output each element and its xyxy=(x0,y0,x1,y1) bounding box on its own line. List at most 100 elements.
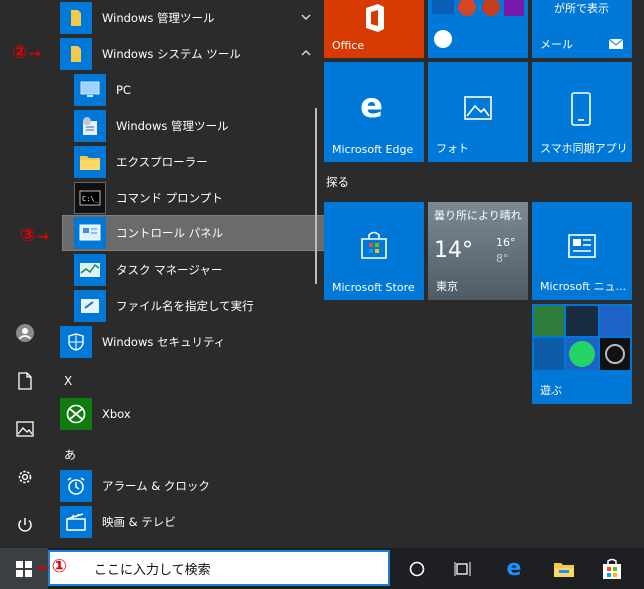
documents-button[interactable] xyxy=(0,358,50,404)
admin-tools-icon xyxy=(74,110,106,142)
weather-low: 8° xyxy=(496,252,509,265)
skype-icon xyxy=(434,30,452,48)
app-label: Windows 管理ツール xyxy=(116,119,229,133)
edge-icon: e xyxy=(506,556,522,581)
tile-edge[interactable]: e Microsoft Edge xyxy=(324,62,424,162)
app-pc[interactable]: PC xyxy=(74,72,354,108)
start-menu: { "annotations": {"one": "①", "two": "②"… xyxy=(0,0,644,589)
tile-your-phone[interactable]: スマホ同期アプリ xyxy=(532,62,632,162)
xbox-icon xyxy=(60,398,92,430)
settings-button[interactable] xyxy=(0,454,50,500)
app-label: コマンド プロンプト xyxy=(116,191,223,205)
app-label: エクスプローラー xyxy=(116,155,208,169)
folder-label: Windows 管理ツール xyxy=(102,11,215,25)
control-panel-icon xyxy=(74,217,106,249)
app-windows-security[interactable]: Windows セキュリティ xyxy=(60,324,315,360)
gear-icon xyxy=(18,470,32,484)
search-box[interactable]: ここに入力して検索 xyxy=(48,550,390,586)
folder-icon xyxy=(60,38,92,70)
weather-high: 16° xyxy=(496,236,516,249)
taskbar-explorer-button[interactable] xyxy=(546,548,582,589)
tile-photos[interactable]: フォト xyxy=(428,62,528,162)
tile-weather[interactable]: 曇り所により晴れ 14° 16° 8° 東京 xyxy=(428,202,528,300)
search-input[interactable]: ここに入力して検索 xyxy=(94,559,211,578)
folder-windows-admin-tools[interactable]: Windows 管理ツール xyxy=(60,0,315,36)
app-label: アラーム & クロック xyxy=(102,479,210,493)
user-account-button[interactable] xyxy=(0,310,50,356)
task-view-icon xyxy=(454,561,471,576)
store-icon xyxy=(603,558,621,579)
app-label: ファイル名を指定して実行 xyxy=(116,299,254,313)
pc-icon xyxy=(74,74,106,106)
tile-news[interactable]: Microsoft ニュ... xyxy=(532,202,632,300)
app-explorer[interactable]: エクスプローラー xyxy=(74,144,354,180)
powerpoint-icon xyxy=(458,0,476,16)
app-task-manager[interactable]: タスク マネージャー xyxy=(74,252,354,288)
shield-game-icon xyxy=(566,306,598,336)
annotation-2: ② → xyxy=(12,42,41,63)
app-label: タスク マネージャー xyxy=(116,263,223,277)
taskbar-store-button[interactable] xyxy=(594,548,630,589)
folder-label: Windows システム ツール xyxy=(102,47,241,61)
file-explorer-icon xyxy=(74,146,106,178)
weather-city: 東京 xyxy=(436,280,458,293)
section-letter-a[interactable]: あ xyxy=(64,446,76,463)
tile-store[interactable]: Microsoft Store xyxy=(324,202,424,300)
command-prompt-icon: C:\_ xyxy=(74,182,106,214)
news-icon xyxy=(568,234,596,258)
app-xbox[interactable]: Xbox xyxy=(60,396,315,432)
chevron-up-icon xyxy=(301,50,311,56)
app-label: Windows セキュリティ xyxy=(102,335,226,349)
folder-windows-system-tools[interactable]: Windows システム ツール xyxy=(60,36,315,72)
game-q-icon xyxy=(534,338,564,370)
shield-icon xyxy=(60,326,92,358)
pictures-button[interactable] xyxy=(0,406,50,452)
svg-text:C:\_: C:\_ xyxy=(82,195,100,203)
start-rail xyxy=(0,0,50,548)
app-label: PC xyxy=(116,83,131,97)
cortana-icon xyxy=(409,561,425,576)
task-view-button[interactable] xyxy=(446,548,480,589)
photos-icon xyxy=(464,96,492,120)
tile-label: Microsoft Store xyxy=(332,281,415,294)
tile-label: Office xyxy=(332,39,365,52)
run-icon xyxy=(74,290,106,322)
edge-icon: e xyxy=(360,86,384,126)
tile-label: 遊ぶ xyxy=(540,384,562,397)
annotation-1: ← ① xyxy=(38,556,67,577)
section-letter-x[interactable]: X xyxy=(64,374,72,388)
app-run[interactable]: ファイル名を指定して実行 xyxy=(74,288,354,324)
document-icon xyxy=(18,372,32,390)
tile-office[interactable]: Office xyxy=(324,0,424,58)
power-button[interactable] xyxy=(0,502,50,548)
app-control-panel[interactable]: コントロール パネル xyxy=(62,215,354,251)
annotation-3: ③ → xyxy=(20,225,49,246)
picture-icon xyxy=(16,421,34,437)
app-list-scrollbar[interactable] xyxy=(315,108,317,284)
mail-icon xyxy=(608,38,624,49)
weather-temp: 14° xyxy=(434,238,473,263)
file-explorer-icon xyxy=(554,562,574,577)
app-movies-tv[interactable]: 映画 & テレビ xyxy=(60,504,315,540)
tile-mail[interactable]: が所で表示 メール xyxy=(532,0,632,58)
circle-app-icon xyxy=(600,338,630,370)
tile-group-explore[interactable]: 探る xyxy=(326,174,349,190)
cortana-button[interactable] xyxy=(400,548,434,589)
tile-office-apps-group[interactable] xyxy=(428,0,528,58)
app-alarm-clock[interactable]: アラーム & クロック xyxy=(60,468,315,504)
game-s-icon xyxy=(600,306,630,336)
powerpoint-alt-icon xyxy=(482,0,500,16)
power-icon xyxy=(18,518,32,532)
windows-logo-icon xyxy=(16,560,32,577)
tile-play[interactable]: 遊ぶ xyxy=(532,304,632,404)
whatsapp-icon xyxy=(566,338,598,370)
app-windows-admin-tools[interactable]: Windows 管理ツール xyxy=(74,108,354,144)
taskbar-edge-button[interactable]: e xyxy=(496,548,532,589)
app-command-prompt[interactable]: C:\_ コマンド プロンプト xyxy=(74,180,354,216)
onedrive-icon xyxy=(432,0,454,14)
folder-icon xyxy=(60,2,92,34)
weather-condition: 曇り所により晴れ xyxy=(434,209,522,222)
phone-icon xyxy=(571,92,591,126)
tile-label: Microsoft ニュ... xyxy=(540,280,627,293)
app-list: Windows 管理ツール Windows システム ツール PC Window… xyxy=(50,0,354,548)
